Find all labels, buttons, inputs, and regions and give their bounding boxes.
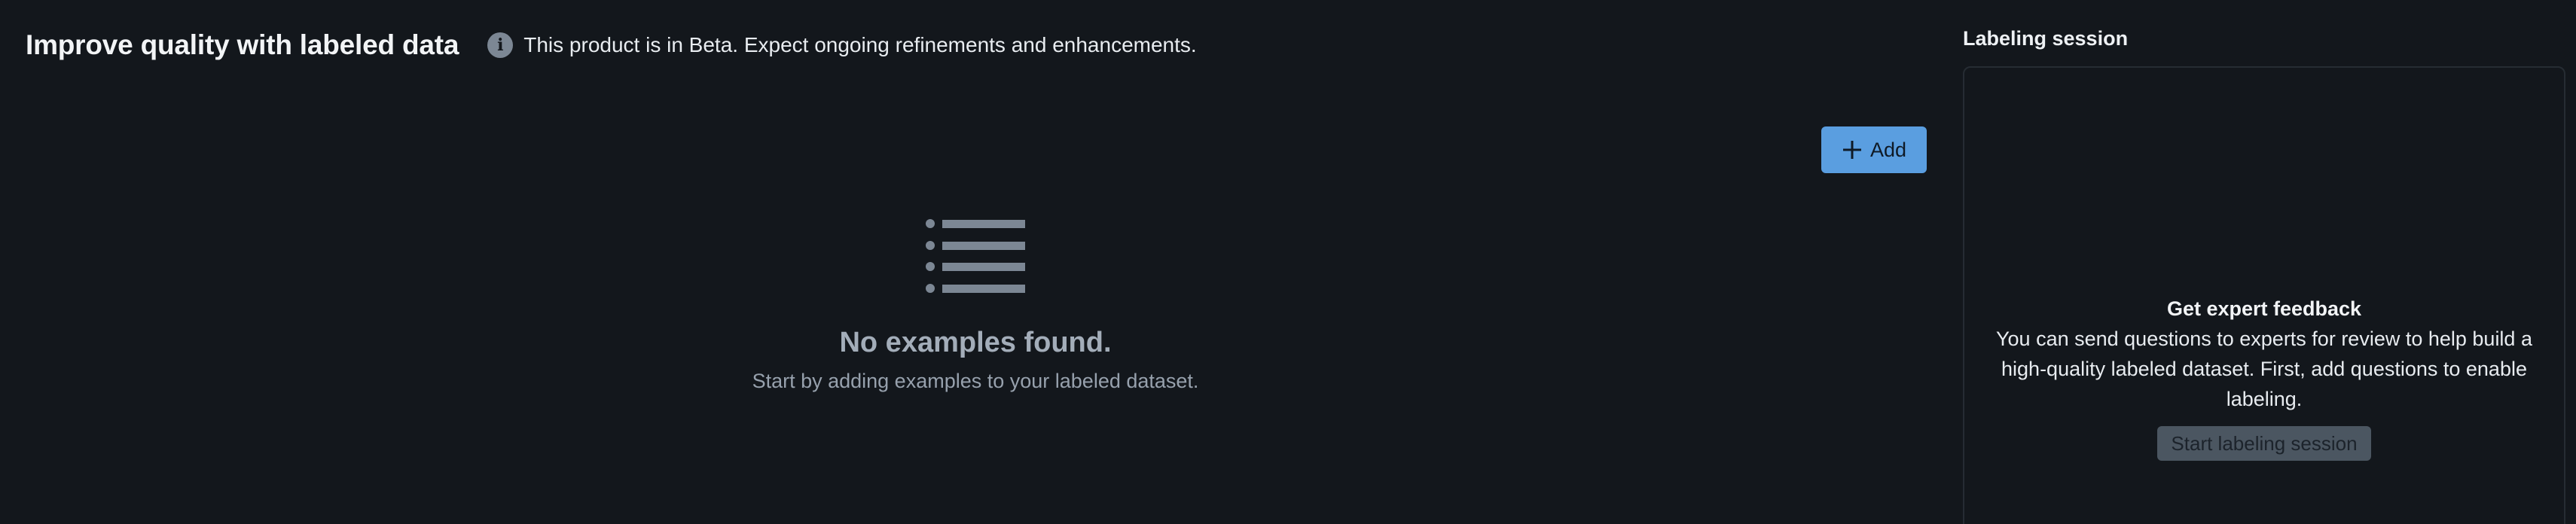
add-button[interactable]: Add (1821, 126, 1927, 173)
beta-notice-text: This product is in Beta. Expect ongoing … (523, 33, 1197, 56)
page-title: Improve quality with labeled data (26, 29, 459, 60)
info-icon: i (487, 32, 514, 58)
empty-state-title: No examples found. (839, 327, 1112, 358)
card-content: Get expert feedback You can send questio… (1964, 294, 2564, 461)
beta-notice: i This product is in Beta. Expect ongoin… (487, 32, 1197, 58)
labeling-session-panel: Labeling session Get expert feedback You… (1963, 0, 2565, 524)
page-header: Improve quality with labeled data i This… (26, 26, 1197, 65)
main-area: Improve quality with labeled data i This… (0, 0, 1936, 524)
labeled-data-page: Improve quality with labeled data i This… (0, 0, 2576, 524)
add-button-label: Add (1869, 138, 1907, 161)
plus-icon (1842, 139, 1863, 160)
empty-state: No examples found. Start by adding examp… (0, 218, 1951, 393)
labeling-session-card: Get expert feedback You can send questio… (1963, 66, 2565, 524)
panel-title: Labeling session (1963, 27, 2129, 50)
feedback-description: You can send questions to experts for re… (1996, 328, 2532, 410)
start-labeling-session-button[interactable]: Start labeling session (2157, 426, 2371, 461)
empty-state-subtitle: Start by adding examples to your labeled… (752, 370, 1199, 392)
list-icon (926, 219, 1025, 293)
feedback-title: Get expert feedback (2166, 297, 2362, 320)
